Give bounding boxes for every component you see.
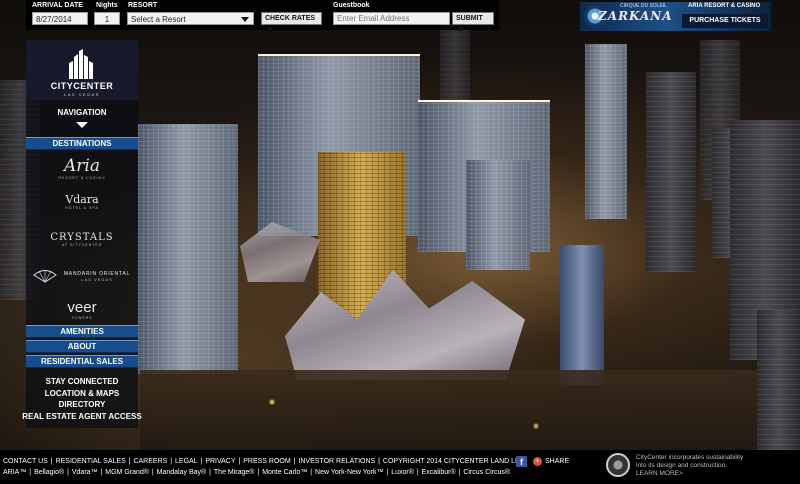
nav-about[interactable]: ABOUT bbox=[26, 340, 138, 353]
harmon-tower bbox=[560, 245, 604, 385]
vdara-tower bbox=[138, 124, 238, 374]
mandarin-logo-sub: LAS VEGAS bbox=[81, 277, 113, 282]
logo-subtitle: LAS VEGAS bbox=[64, 92, 100, 97]
footer-link-careers[interactable]: CAREERS bbox=[133, 458, 167, 465]
brand-link[interactable]: The Mirage® bbox=[214, 469, 255, 476]
guestbook-label: Guestbook bbox=[333, 2, 370, 9]
check-rates-label: CHECK RATES bbox=[265, 15, 316, 22]
nav-residential-sales[interactable]: RESIDENTIAL SALES bbox=[26, 355, 138, 368]
footer-link-legal[interactable]: LEGAL bbox=[175, 458, 198, 465]
submit-label: SUBMIT bbox=[456, 15, 483, 22]
crystals-logo-sub: AT CITYCENTER bbox=[61, 243, 103, 247]
logo-name: CITYCENTER bbox=[50, 81, 114, 91]
veer-logo-text: veer bbox=[67, 299, 97, 316]
street-level bbox=[140, 370, 800, 450]
nav-real-estate-agent-access[interactable]: REAL ESTATE AGENT ACCESS bbox=[22, 412, 142, 421]
share-icon[interactable]: + bbox=[533, 457, 542, 466]
arrival-date-label: ARRIVAL DATE bbox=[32, 2, 83, 9]
brand-link[interactable]: Excalibur® bbox=[422, 469, 456, 476]
brand-link[interactable]: Circus Circus® bbox=[463, 469, 510, 476]
brand-link[interactable]: Mandalay Bay® bbox=[157, 469, 207, 476]
resort-select-value: Select a Resort bbox=[131, 15, 186, 24]
footer-link-investor-relations[interactable]: INVESTOR RELATIONS bbox=[298, 458, 375, 465]
brand-link[interactable]: Monte Carlo™ bbox=[262, 469, 307, 476]
footer-brand-links: ARIA™ | Bellagio® | Vdara™ | MGM Grand® … bbox=[3, 469, 511, 476]
purchase-tickets-button[interactable]: PURCHASE TICKETS bbox=[682, 14, 768, 28]
guestbook-email-input[interactable] bbox=[333, 12, 450, 25]
brand-link[interactable]: Bellagio® bbox=[34, 469, 64, 476]
brand-link[interactable]: ARIA™ bbox=[3, 469, 26, 476]
ad-show-title: ZARKANA bbox=[598, 9, 673, 23]
citycenter-skyline-icon bbox=[69, 49, 93, 79]
chevron-down-icon bbox=[241, 17, 249, 22]
arrow-right-icon bbox=[459, 26, 464, 33]
vdara-logo-text: Vdara bbox=[65, 193, 99, 206]
veer-logo-sub: TOWERS bbox=[71, 316, 93, 320]
submit-button[interactable]: SUBMIT bbox=[452, 12, 494, 33]
footer-link-privacy[interactable]: PRIVACY bbox=[205, 458, 235, 465]
east-tower bbox=[646, 72, 696, 272]
nav-destination-veer[interactable]: veer TOWERS bbox=[26, 299, 138, 320]
aria-logo-sub: RESORT & CASINO bbox=[58, 176, 106, 180]
aria-logo-text: Aria bbox=[64, 156, 100, 176]
footer-link-contact[interactable]: CONTACT US bbox=[3, 458, 48, 465]
crystals-logo-text: CRYSTALS bbox=[50, 232, 114, 243]
veer-like-tower bbox=[585, 44, 627, 219]
arrow-right-icon bbox=[268, 26, 273, 33]
nav-destination-mandarin-oriental[interactable]: MANDARIN ORIENTAL LAS VEGAS bbox=[56, 271, 138, 282]
navigation-heading: NAVIGATION bbox=[57, 108, 107, 117]
check-rates-button[interactable]: CHECK RATES bbox=[261, 12, 322, 33]
nights-field[interactable]: 1 bbox=[94, 12, 120, 25]
sustainability-text: CityCenter incorporates sustainability i… bbox=[636, 454, 756, 478]
sustainability-globe-icon[interactable] bbox=[606, 453, 630, 477]
brand-link[interactable]: Luxor® bbox=[391, 469, 414, 476]
brand-link[interactable]: New York-New York™ bbox=[315, 469, 383, 476]
footer-links: CONTACT US | RESIDENTIAL SALES | CAREERS… bbox=[3, 458, 524, 465]
vdara-logo-sub: HOTEL & SPA bbox=[65, 206, 99, 210]
nights-label: Nights bbox=[96, 2, 118, 9]
footer-copyright: COPYRIGHT 2014 CITYCENTER LAND LLC bbox=[382, 458, 524, 465]
veer-tower bbox=[466, 160, 530, 270]
mandarin-fan-icon bbox=[33, 270, 57, 283]
facebook-icon[interactable]: f bbox=[516, 456, 527, 467]
nav-location-maps[interactable]: LOCATION & MAPS bbox=[26, 389, 138, 398]
caret-down-icon bbox=[76, 122, 88, 128]
nav-stay-connected[interactable]: STAY CONNECTED bbox=[26, 377, 138, 386]
sustainability-line-2: into its design and construction. bbox=[636, 462, 728, 469]
sustainability-line-1: CityCenter incorporates sustainability bbox=[636, 454, 744, 461]
share-label[interactable]: SHARE bbox=[545, 458, 569, 465]
arrival-date-field[interactable]: 8/27/2014 bbox=[32, 12, 88, 25]
nav-destinations[interactable]: DESTINATIONS bbox=[26, 137, 138, 150]
footer-link-residential-sales[interactable]: RESIDENTIAL SALES bbox=[56, 458, 126, 465]
footer-link-press-room[interactable]: PRESS ROOM bbox=[243, 458, 290, 465]
resort-label: RESORT bbox=[128, 2, 158, 9]
resort-select[interactable]: Select a Resort bbox=[127, 12, 254, 25]
learn-more-link[interactable]: LEARN MORE> bbox=[636, 470, 683, 477]
ad-venue: ARIA RESORT & CASINO bbox=[688, 3, 761, 9]
nav-destination-crystals[interactable]: CRYSTALS AT CITYCENTER bbox=[26, 232, 138, 247]
brand-link[interactable]: Vdara™ bbox=[72, 469, 98, 476]
nav-destination-aria[interactable]: Aria RESORT & CASINO bbox=[26, 156, 138, 180]
nav-directory[interactable]: DIRECTORY bbox=[26, 400, 138, 409]
foreground-tower bbox=[757, 310, 800, 450]
nav-amenities[interactable]: AMENITIES bbox=[26, 325, 138, 338]
brand-link[interactable]: MGM Grand® bbox=[105, 469, 149, 476]
nav-destination-vdara[interactable]: Vdara HOTEL & SPA bbox=[26, 193, 138, 210]
